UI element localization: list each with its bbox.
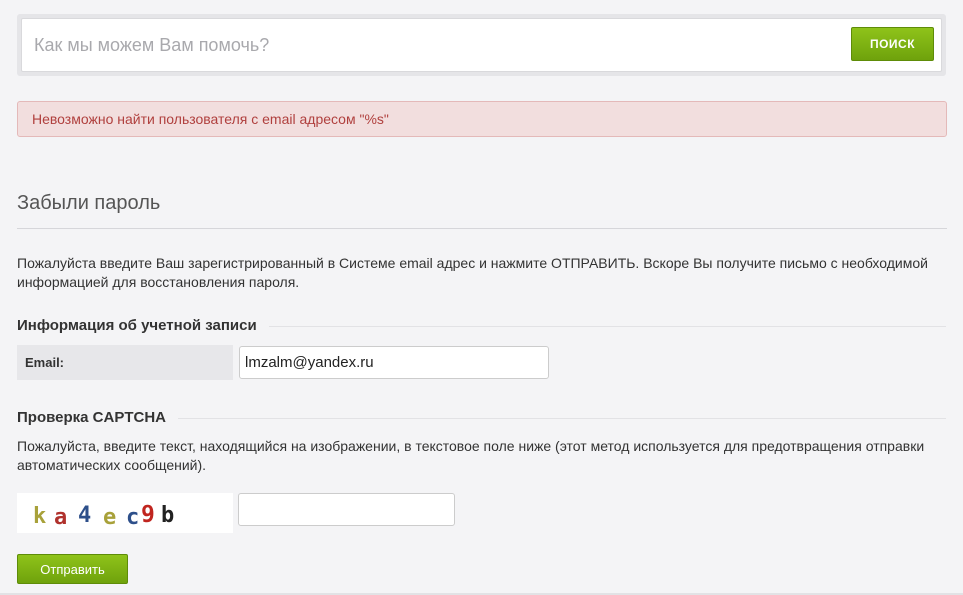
- error-alert: Невозможно найти пользователя с email ад…: [17, 101, 947, 137]
- page-title: Забыли пароль: [17, 192, 161, 214]
- search-bar: ПОИСК: [17, 14, 946, 76]
- captcha-input[interactable]: [238, 493, 455, 526]
- captcha-char: c: [126, 505, 139, 530]
- captcha-image: k a 4 e c 9 b: [17, 493, 233, 533]
- captcha-char: k: [33, 504, 46, 529]
- account-info-title: Информация об учетной записи: [17, 317, 269, 334]
- email-field[interactable]: [239, 346, 549, 379]
- search-input[interactable]: [22, 19, 842, 71]
- captcha-char: 9: [141, 502, 155, 528]
- email-label: Email:: [17, 345, 233, 380]
- captcha-legend: Проверка CAPTCHA: [17, 408, 946, 428]
- captcha-char: 4: [78, 503, 91, 528]
- search-box: ПОИСК: [21, 18, 942, 72]
- captcha-graphic: k a 4 e c 9 b: [33, 502, 174, 530]
- captcha-title: Проверка CAPTCHA: [17, 409, 178, 426]
- captcha-char: e: [103, 505, 116, 530]
- title-divider: [17, 228, 947, 229]
- error-alert-message: Невозможно найти пользователя с email ад…: [32, 111, 389, 127]
- captcha-char: a: [54, 505, 67, 530]
- search-button[interactable]: ПОИСК: [851, 27, 934, 61]
- account-info-legend: Информация об учетной записи: [17, 316, 946, 336]
- intro-text: Пожалуйста введите Ваш зарегистрированны…: [17, 255, 928, 290]
- captcha-char: b: [161, 503, 174, 528]
- submit-button[interactable]: Отправить: [17, 554, 128, 584]
- captcha-description: Пожалуйста, введите текст, находящийся н…: [17, 438, 925, 473]
